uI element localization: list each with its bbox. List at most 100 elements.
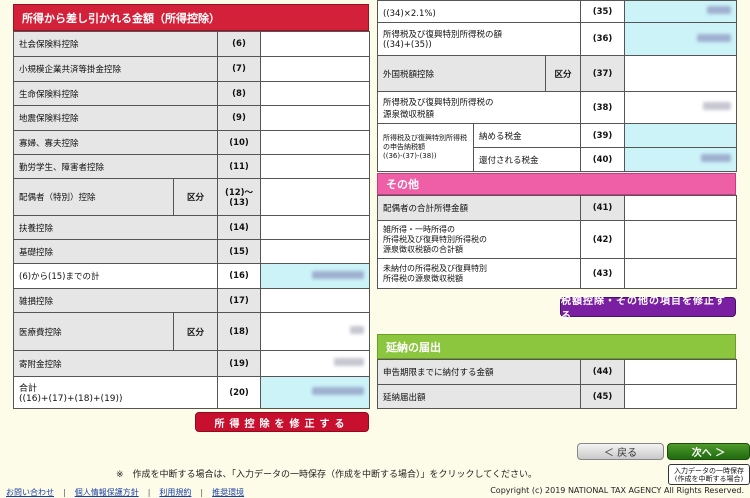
table-row: 寄附金控除 (19): [12, 350, 371, 377]
row-label: 延納届出額: [377, 384, 581, 409]
row-label: 雑所得・一時所得の 所得税及び復興特別所得税の 源泉徴収税額の合計額: [377, 220, 581, 259]
amount-field: [260, 239, 371, 264]
row-number: (40): [580, 147, 626, 172]
row-label: 勤労学生、障害者控除: [12, 154, 219, 179]
table-row: (6)から(15)までの計 (16): [12, 263, 371, 289]
footer-link-privacy[interactable]: 個人情報保護方針: [75, 487, 139, 498]
row-number: (20): [217, 376, 262, 409]
sub-label: 納める税金: [472, 123, 582, 148]
footer-separator: |: [147, 487, 151, 497]
table-row: 配偶者の合計所得金額 (41): [377, 195, 737, 221]
interrupt-note: ※ 作成を中断する場合は、「入力データの一時保存（作成を中断する場合）」をクリッ…: [116, 470, 538, 480]
row-label: 寄附金控除: [12, 350, 219, 377]
row-label: 医療費控除: [13, 312, 174, 351]
income-deduction-header: 所得から差し引かれる金額（所得控除）: [13, 4, 369, 31]
row-label: 扶養控除: [12, 215, 219, 240]
amount-field: [624, 0, 738, 23]
table-row: 雑所得・一時所得の 所得税及び復興特別所得税の 源泉徴収税額の合計額 (42): [377, 220, 737, 259]
amount-field: [260, 31, 371, 57]
amount-field: [624, 55, 738, 92]
table-row: 所得税及び復興特別所得税の 源泉徴収税額 (38): [376, 91, 738, 124]
edit-tax-credit-button[interactable]: 税額控除・その他の項目を修正する: [560, 296, 736, 322]
amount-field: [260, 350, 371, 377]
row-number: (16): [217, 263, 262, 289]
table-row: 生命保険料控除 (8): [12, 81, 371, 106]
masked-value: [334, 358, 365, 366]
row-number: (11): [217, 154, 262, 179]
amount-field: [624, 147, 738, 172]
section-title: 延納の届出: [386, 340, 441, 354]
row-number: (38): [580, 91, 626, 124]
table-row: 所得税及び復興特別所得税の額 ((34)+(35)) (36): [376, 22, 738, 56]
table-row: 外国税額控除 区分 (37): [377, 55, 738, 92]
row-number: (19): [217, 350, 262, 377]
masked-value: [703, 102, 732, 110]
save-label-line1: 入力データの一時保存: [674, 466, 744, 475]
sub-label: 還付される税金: [472, 147, 582, 172]
masked-value: [697, 33, 732, 42]
masked-value: [707, 6, 732, 14]
amount-field: [624, 123, 738, 148]
table-row: 雑損控除 (17): [12, 288, 371, 313]
amount-field: [624, 359, 737, 385]
amount-field: [260, 376, 371, 409]
row-number: (10): [217, 130, 262, 155]
masked-value: [312, 387, 365, 395]
footer-separator: |: [63, 487, 66, 497]
save-label-line2: (作成を中断する場合): [674, 474, 744, 483]
row-number: (18): [217, 312, 262, 351]
row-label: 合計 ((16)+(17)+(18)+(19)): [12, 376, 219, 409]
amount-field: [624, 91, 738, 124]
row-number: (35): [580, 0, 626, 23]
amount-field: [624, 258, 737, 289]
table-row: 合計 ((16)+(17)+(18)+(19)) (20): [12, 376, 371, 409]
temp-save-button[interactable]: 入力データの一時保存 (作成を中断する場合): [668, 464, 750, 485]
amount-field: [260, 81, 371, 106]
deferred-payment-panel: 延納の届出 申告期限までに納付する金額 (44) 延納届出額 (45): [377, 334, 737, 409]
row-label: 配偶者の合計所得金額: [377, 195, 581, 221]
row-number: (17): [217, 288, 262, 313]
table-row: 所得税及び復興特別所得税の申告納税額 ((36)-(37)-(38)) 納める税…: [377, 123, 738, 172]
amount-field: [260, 178, 371, 216]
income-deduction-table: 社会保険料控除 (6) 小規模企業共済等掛金控除 (7) 生命保険料控除 (8)…: [12, 31, 371, 409]
row-label: 申告期限までに納付する金額: [377, 359, 581, 385]
footer-link-environment[interactable]: 推奨環境: [212, 487, 244, 498]
masked-value: [350, 326, 365, 334]
row-label: 雑損控除: [12, 288, 219, 313]
row-number: (37): [580, 55, 626, 92]
table-row: 小規模企業共済等掛金控除 (7): [12, 56, 371, 82]
table-row: ((34)×2.1%) (35): [376, 0, 738, 23]
tax-calculation-panel: ((34)×2.1%) (35) 所得税及び復興特別所得税の額 ((34)+(3…: [376, 0, 738, 172]
table-row: 扶養控除 (14): [12, 215, 371, 240]
row-number: (39): [580, 123, 626, 148]
footer-link-terms[interactable]: 利用規約: [159, 487, 191, 498]
row-label: 未納付の所得税及び復興特別 所得税の源泉徴収税額: [377, 258, 581, 289]
amount-field: [624, 195, 737, 221]
total-label: 合計 ((16)+(17)+(18)+(19)): [19, 384, 123, 404]
kubun-label: 区分: [172, 312, 219, 351]
row-number: (8): [217, 81, 262, 106]
row-number: (42): [580, 220, 625, 259]
section-title: 所得から差し引かれる金額（所得控除）: [22, 11, 220, 25]
footer-separator: |: [200, 487, 204, 497]
edit-income-deduction-button[interactable]: 所得控除を修正する: [195, 412, 369, 432]
row-label: 社会保険料控除: [12, 31, 219, 57]
row-label: ((34)×2.1%): [376, 0, 582, 23]
footer-link-contact[interactable]: お問い合わせ: [6, 487, 54, 498]
amount-field: [260, 215, 371, 240]
row-label: 外国税額控除: [377, 55, 546, 92]
row-label: 配偶者（特別）控除: [13, 178, 174, 216]
row-number: (15): [217, 239, 262, 264]
table-row: 医療費控除 区分 (18): [13, 312, 371, 351]
income-deduction-panel: 所得から差し引かれる金額（所得控除） 社会保険料控除 (6) 小規模企業共済等掛…: [12, 4, 371, 409]
deferred-payment-table: 申告期限までに納付する金額 (44) 延納届出額 (45): [377, 359, 737, 409]
kubun-label: 区分: [172, 178, 219, 216]
deferred-payment-header: 延納の届出: [377, 334, 736, 359]
row-label: 小規模企業共済等掛金控除: [12, 56, 219, 82]
row-number: (6): [217, 31, 262, 57]
amount-field: [260, 105, 371, 131]
amount-field: [624, 220, 737, 259]
row-label: 基礎控除: [12, 239, 219, 264]
back-button[interactable]: ＜ 戻る: [577, 443, 664, 460]
next-button[interactable]: 次へ ＞: [667, 443, 750, 460]
